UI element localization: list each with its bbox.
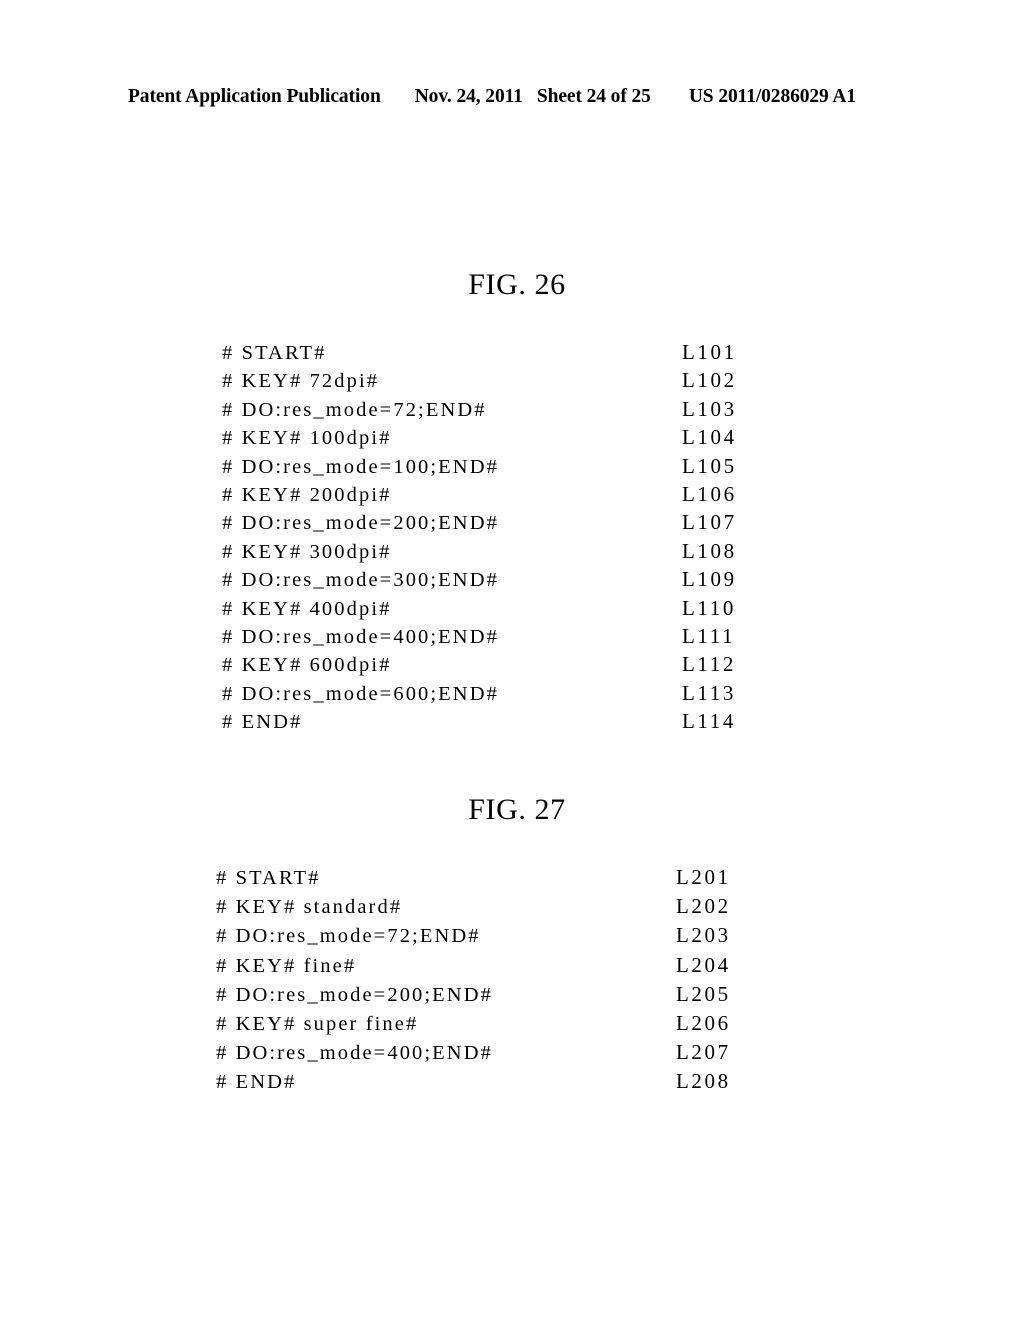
figure-27-code-listing: # START# L201 # KEY# standard# L202 # DO:res…: [0, 865, 1024, 1099]
code-row: # DO:res_mode=72;END# L203: [0, 923, 1024, 952]
header-sheet-number: Sheet 24 of 25: [536, 86, 651, 107]
code-row: # KEY# 72dpi# L102: [0, 368, 1024, 396]
figure-26-title: FIG. 26: [468, 268, 566, 301]
code-line-text: # KEY# 400dpi#: [222, 597, 392, 620]
code-row: # START# L101: [0, 340, 1024, 368]
code-line-text: # END#: [222, 711, 303, 734]
code-line-label: L105: [682, 453, 737, 478]
code-row: # DO:res_mode=300;END# L109: [0, 567, 1024, 595]
code-line-text: # START#: [216, 867, 321, 889]
code-row: # DO:res_mode=200;END# L107: [0, 510, 1024, 538]
code-row: # KEY# 200dpi# L106: [0, 482, 1024, 510]
code-line-label: L102: [682, 368, 737, 393]
code-line-text: # KEY# 72dpi#: [222, 370, 380, 393]
code-line-label: L110: [682, 595, 736, 620]
code-row: # DO:res_mode=600;END# L113: [0, 681, 1024, 709]
code-line-text: # DO:res_mode=200;END#: [222, 512, 499, 535]
code-line-text: # DO:res_mode=300;END#: [222, 569, 499, 592]
code-row: # KEY# 400dpi# L110: [0, 596, 1024, 624]
code-line-text: # KEY# 100dpi#: [222, 427, 392, 450]
code-line-text: # KEY# 600dpi#: [222, 654, 392, 677]
code-line-label: L202: [676, 894, 731, 919]
code-row: # KEY# 600dpi# L112: [0, 652, 1024, 680]
code-line-text: # END#: [216, 1071, 297, 1094]
code-line-label: L205: [676, 981, 731, 1006]
header-patent-number: US 2011/0286029 A1: [688, 86, 857, 107]
code-line-label: L111: [682, 623, 736, 648]
code-line-label: L103: [682, 396, 737, 421]
code-line-label: L112: [682, 652, 736, 677]
code-row: # KEY# fine# L204: [0, 953, 1024, 982]
code-line-text: # KEY# 300dpi#: [222, 540, 392, 563]
code-row: # DO:res_mode=400;END# L111: [0, 624, 1024, 652]
code-line-label: L107: [682, 510, 737, 535]
code-line-label: L106: [682, 481, 737, 506]
code-line-text: # DO:res_mode=400;END#: [222, 625, 499, 648]
code-line-text: # START#: [222, 342, 327, 364]
code-line-label: L207: [676, 1040, 731, 1065]
code-row: # END# L208: [0, 1069, 1024, 1098]
code-line-label: L101: [682, 340, 737, 364]
code-row: # DO:res_mode=400;END# L207: [0, 1040, 1024, 1069]
code-line-label: L204: [676, 952, 731, 977]
code-line-text: # KEY# fine#: [216, 954, 357, 977]
page-header: Patent Application Publication Nov. 24, …: [128, 86, 896, 108]
code-row: # KEY# 300dpi# L108: [0, 539, 1024, 567]
code-line-label: L206: [676, 1010, 731, 1035]
header-publication-date: Nov. 24, 2011: [414, 86, 523, 107]
code-row: # END# L114: [0, 709, 1024, 737]
header-publication-title: Patent Application Publication: [128, 86, 381, 107]
code-line-text: # DO:res_mode=100;END#: [222, 455, 499, 478]
code-line-label: L203: [676, 923, 731, 948]
code-line-text: # DO:res_mode=400;END#: [216, 1042, 493, 1065]
code-row: # KEY# standard# L202: [0, 894, 1024, 923]
figure-27-title: FIG. 27: [468, 793, 566, 826]
code-line-label: L113: [682, 680, 736, 705]
code-line-label: L109: [682, 567, 737, 592]
code-row: # KEY# super fine# L206: [0, 1011, 1024, 1040]
code-line-label: L208: [676, 1069, 731, 1094]
code-line-text: # KEY# super fine#: [216, 1012, 419, 1035]
code-line-text: # DO:res_mode=72;END#: [222, 398, 487, 421]
figure-26: FIG. 26 # START# L101 # KEY# 72dpi# L102 # D…: [0, 268, 1024, 737]
code-line-label: L201: [676, 865, 731, 889]
code-row: # KEY# 100dpi# L104: [0, 425, 1024, 453]
code-line-text: # KEY# 200dpi#: [222, 483, 392, 506]
code-row: # DO:res_mode=200;END# L205: [0, 982, 1024, 1011]
code-line-label: L114: [682, 709, 736, 734]
code-line-text: # KEY# standard#: [216, 896, 403, 919]
figure-27: FIG. 27 # START# L201 # KEY# standard# L202…: [0, 793, 1024, 1099]
code-row: # START# L201: [0, 865, 1024, 894]
code-line-text: # DO:res_mode=72;END#: [216, 925, 481, 948]
code-row: # DO:res_mode=72;END# L103: [0, 397, 1024, 425]
code-line-label: L108: [682, 538, 737, 563]
code-line-text: # DO:res_mode=200;END#: [216, 983, 493, 1006]
code-line-text: # DO:res_mode=600;END#: [222, 682, 499, 705]
code-row: # DO:res_mode=100;END# L105: [0, 454, 1024, 482]
figure-26-code-listing: # START# L101 # KEY# 72dpi# L102 # DO:res_mo…: [0, 340, 1024, 737]
code-line-label: L104: [682, 425, 737, 450]
